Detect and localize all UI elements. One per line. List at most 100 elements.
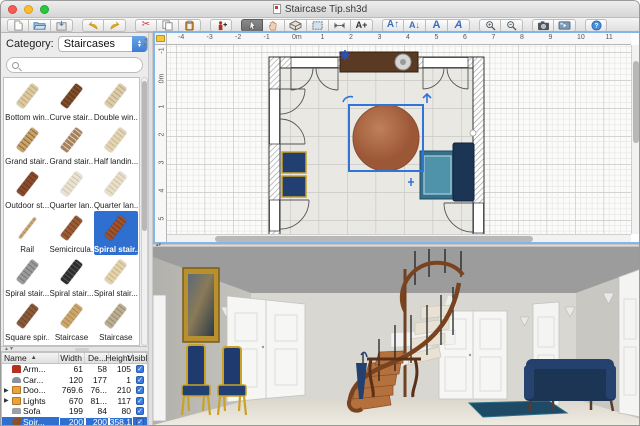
armchair-icon xyxy=(12,365,21,373)
title-bar: Staircase Tip.sh3d xyxy=(1,1,639,18)
pan-button[interactable] xyxy=(263,19,285,32)
create-rooms-button[interactable] xyxy=(307,19,329,32)
ruler-label: 8 xyxy=(520,34,524,41)
catalog-item[interactable]: Half landin... xyxy=(94,123,138,167)
catalog-item[interactable]: Bottom win... xyxy=(5,79,49,123)
catalog-item[interactable]: Spiral stair... xyxy=(5,255,49,299)
furniture-name: Car... xyxy=(2,375,59,386)
catalog-scrollbar[interactable] xyxy=(141,77,148,346)
car-icon xyxy=(12,377,21,383)
furniture-row[interactable]: Arm...6158105✓ xyxy=(2,364,147,375)
catalog-item[interactable]: Outdoor st... xyxy=(5,167,49,211)
redo-button[interactable] xyxy=(104,19,126,32)
ruler-label: 3 xyxy=(159,157,166,169)
zoom-window-button[interactable] xyxy=(40,5,49,14)
view-3d[interactable] xyxy=(153,247,640,426)
catalog-item[interactable]: Semicircula... xyxy=(49,211,93,255)
catalog-item[interactable]: Double win... xyxy=(94,79,138,123)
select-button[interactable] xyxy=(241,19,263,32)
column-width[interactable]: Width xyxy=(59,353,85,363)
furniture-row[interactable]: ▶Doo...769.676...210✓ xyxy=(2,385,147,396)
bold-button[interactable]: A xyxy=(426,19,448,32)
ruler-label: 4 xyxy=(159,185,166,197)
visible-checkbox[interactable]: ✓ xyxy=(136,418,144,426)
category-dropdown[interactable]: Staircases ▲▼ xyxy=(58,36,148,52)
catalog-item-label: Double win... xyxy=(94,113,138,122)
zoom-out-button[interactable] xyxy=(501,19,523,32)
close-button[interactable] xyxy=(8,5,17,14)
catalog-item-label: Spiral stair... xyxy=(94,289,138,298)
catalog-item[interactable]: Square spir... xyxy=(5,299,49,343)
svg-text:?: ? xyxy=(594,22,598,29)
search-input[interactable] xyxy=(6,57,143,73)
zoom-in-button[interactable] xyxy=(479,19,501,32)
create-dimensions-button[interactable] xyxy=(329,19,351,32)
catalog-item[interactable]: Grand stair... xyxy=(49,123,93,167)
visible-checkbox[interactable]: ✓ xyxy=(136,407,144,415)
column-visible[interactable]: Visible xyxy=(133,353,147,363)
catalog-item-label: Half landin... xyxy=(94,157,138,166)
ruler-label: 1 xyxy=(321,34,325,41)
video-button[interactable] xyxy=(554,19,576,32)
catalog-thumbnail xyxy=(49,79,93,113)
catalog-item[interactable]: Curve stair... xyxy=(49,79,93,123)
catalog-item[interactable]: Staircase xyxy=(49,299,93,343)
visible-checkbox[interactable]: ✓ xyxy=(136,397,144,405)
catalog-thumbnail xyxy=(49,211,93,245)
catalog-item[interactable]: Quarter lan... xyxy=(94,167,138,211)
catalog-item[interactable]: Rail xyxy=(5,211,49,255)
catalog-item[interactable]: Spiral stair... xyxy=(49,255,93,299)
visible-checkbox[interactable]: ✓ xyxy=(136,376,144,384)
expander-icon[interactable]: ▶ xyxy=(4,387,10,394)
furniture-row[interactable]: Sofa1998480✓ xyxy=(2,406,147,417)
plan-view[interactable]: -4-3-2-10m123456789101112 -10m12345 xyxy=(153,31,640,244)
new-button[interactable] xyxy=(7,19,29,32)
catalog-item[interactable]: Grand stair... xyxy=(5,123,49,167)
ruler-label: 7 xyxy=(492,34,496,41)
add-furniture-button[interactable] xyxy=(210,19,232,32)
furniture-height: 80 xyxy=(109,406,133,417)
ruler-label: 0m xyxy=(292,34,302,41)
catalog-item[interactable]: Staircase xyxy=(94,299,138,343)
column-name[interactable]: Name▲ xyxy=(2,353,59,363)
increase-text-size-button[interactable]: A↑ xyxy=(382,19,404,32)
catalog-item-label: Staircase xyxy=(99,333,132,342)
create-walls-button[interactable] xyxy=(285,19,307,32)
visible-checkbox[interactable]: ✓ xyxy=(136,365,144,373)
furniture-height: 117 xyxy=(109,396,133,407)
catalog-thumbnail xyxy=(49,123,93,157)
furniture-row[interactable]: ▶Lights67081...117✓ xyxy=(2,396,147,407)
expander-icon[interactable]: ▶ xyxy=(4,397,10,404)
catalog-item[interactable]: Spiral stair... xyxy=(94,211,138,255)
open-button[interactable] xyxy=(29,19,51,32)
italic-button[interactable]: A xyxy=(448,19,470,32)
plan-vertical-scrollbar[interactable] xyxy=(631,45,639,234)
visible-checkbox[interactable]: ✓ xyxy=(136,386,144,394)
plan-canvas[interactable] xyxy=(167,45,631,234)
undo-button[interactable] xyxy=(82,19,104,32)
furniture-row[interactable]: Spir...200200358.1✓ xyxy=(2,417,147,426)
toolbar-group xyxy=(532,19,576,32)
furniture-width: 670 xyxy=(59,396,85,407)
minimize-button[interactable] xyxy=(24,5,33,14)
copy-button[interactable] xyxy=(157,19,179,32)
photo-button[interactable] xyxy=(532,19,554,32)
splitter-collapse-arrows[interactable]: ◂▸ xyxy=(144,38,147,48)
help-button[interactable]: ? xyxy=(585,19,607,32)
paste-button[interactable] xyxy=(179,19,201,32)
catalog-item[interactable]: Spiral stair... xyxy=(94,255,138,299)
furniture-row[interactable]: Car...1201771✓ xyxy=(2,375,147,386)
plan-horizontal-scrollbar[interactable] xyxy=(167,234,631,242)
furniture-width: 120 xyxy=(59,375,85,386)
decrease-text-size-button[interactable]: A↓ xyxy=(404,19,426,32)
cut-button[interactable]: ✂ xyxy=(135,19,157,32)
add-text-button[interactable]: A+ xyxy=(351,19,373,32)
category-label: Category: xyxy=(6,38,54,50)
save-button[interactable] xyxy=(51,19,73,32)
furniture-height: 1 xyxy=(109,375,133,386)
catalog-item[interactable]: Quarter lan... xyxy=(49,167,93,211)
plan-top-ruler: -4-3-2-10m123456789101112 xyxy=(167,33,631,45)
catalog-thumbnail xyxy=(49,255,93,289)
ruler-label: 5 xyxy=(435,34,439,41)
catalog-item-label: Grand stair... xyxy=(49,157,93,166)
